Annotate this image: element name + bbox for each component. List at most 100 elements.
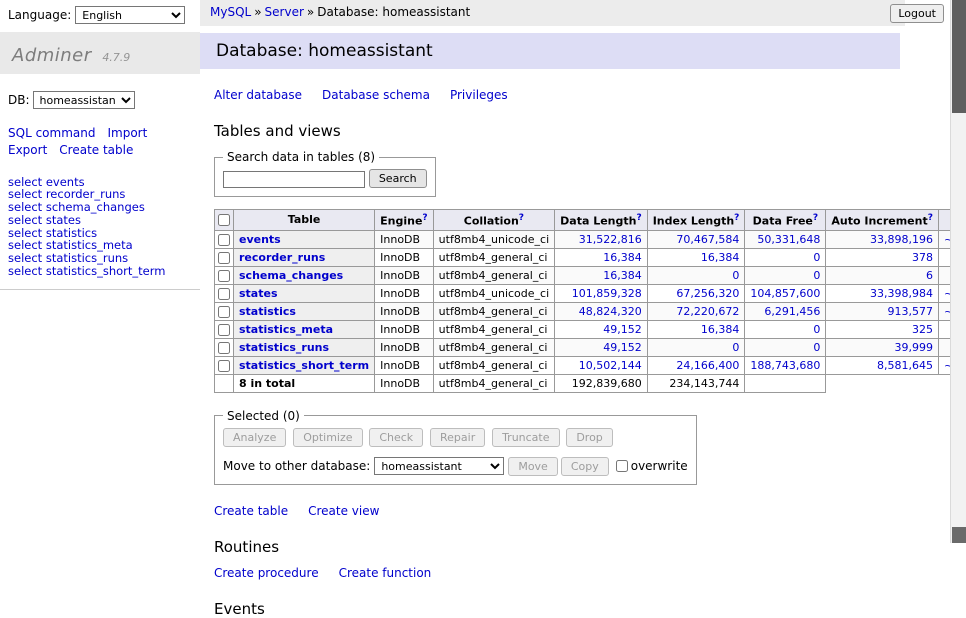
index-length-link[interactable]: 0	[732, 341, 739, 354]
alter-database-link[interactable]: Alter database	[214, 88, 302, 102]
auto-increment-link[interactable]: 33,898,196	[870, 233, 933, 246]
data-length-link[interactable]: 48,824,320	[579, 305, 642, 318]
sidebar-item-select-statistics-short-term[interactable]: select statistics_short_term	[8, 264, 165, 278]
row-checkbox[interactable]	[218, 270, 230, 282]
repair-button[interactable]: Repair	[430, 428, 485, 447]
create-function-link[interactable]: Create function	[339, 566, 432, 580]
data-free-help-link[interactable]: ?	[813, 213, 818, 223]
row-checkbox[interactable]	[218, 306, 230, 318]
table-link-schema-changes[interactable]: schema_changes	[239, 269, 343, 282]
list-item: select statistics_short_term	[8, 265, 192, 278]
data-free-link[interactable]: 6,291,456	[764, 305, 820, 318]
data-free-link[interactable]: 0	[813, 251, 820, 264]
truncate-button[interactable]: Truncate	[492, 428, 559, 447]
cell-engine: InnoDB	[375, 248, 434, 266]
data-free-link[interactable]: 0	[813, 323, 820, 336]
sidebar-link-sql-command[interactable]: SQL command	[8, 126, 95, 140]
auto-increment-link[interactable]: 6	[926, 269, 933, 282]
routines-heading: Routines	[214, 538, 966, 556]
data-free-link[interactable]: 0	[813, 269, 820, 282]
data-length-link[interactable]: 16,384	[603, 251, 642, 264]
db-selector: DB:homeassistant	[0, 74, 200, 111]
create-table-link[interactable]: Create table	[214, 504, 288, 518]
index-length-help-link[interactable]: ?	[734, 213, 739, 223]
database-schema-link[interactable]: Database schema	[322, 88, 430, 102]
row-checkbox[interactable]	[218, 234, 230, 246]
data-length-link[interactable]: 10,502,144	[579, 359, 642, 372]
check-button[interactable]: Check	[369, 428, 423, 447]
move-button[interactable]: Move	[508, 457, 558, 476]
move-db-select[interactable]: homeassistant	[374, 457, 504, 475]
table-row: recorder_runs InnoDB utf8mb4_general_ci …	[215, 248, 966, 266]
table-link-states[interactable]: states	[239, 287, 278, 300]
data-length-link[interactable]: 49,152	[603, 323, 642, 336]
data-free-link[interactable]: 188,743,680	[750, 359, 820, 372]
cell-collation: utf8mb4_general_ci	[433, 266, 554, 284]
auto-increment-help-link[interactable]: ?	[928, 213, 933, 223]
optimize-button[interactable]: Optimize	[293, 428, 362, 447]
auto-increment-link[interactable]: 913,577	[887, 305, 933, 318]
index-length-link[interactable]: 16,384	[701, 251, 740, 264]
collation-help-link[interactable]: ?	[519, 213, 524, 223]
data-length-help-link[interactable]: ?	[636, 213, 641, 223]
cell-collation: utf8mb4_general_ci	[433, 320, 554, 338]
data-length-link[interactable]: 49,152	[603, 341, 642, 354]
data-length-link[interactable]: 101,859,328	[572, 287, 642, 300]
cell-engine: InnoDB	[375, 284, 434, 302]
db-select[interactable]: homeassistant	[33, 91, 135, 109]
logout-button[interactable]: Logout	[890, 4, 944, 23]
auto-increment-link[interactable]: 33,398,984	[870, 287, 933, 300]
vertical-scrollbar[interactable]	[950, 0, 966, 543]
table-link-statistics[interactable]: statistics	[239, 305, 296, 318]
create-procedure-link[interactable]: Create procedure	[214, 566, 319, 580]
breadcrumb-link-server[interactable]: Server	[265, 5, 304, 19]
data-length-link[interactable]: 31,522,816	[579, 233, 642, 246]
sidebar-link-create-table[interactable]: Create table	[59, 143, 133, 157]
breadcrumb-link-mysql[interactable]: MySQL	[210, 5, 251, 19]
column-header-index-length: Index Length?	[647, 210, 745, 231]
copy-button[interactable]: Copy	[561, 457, 609, 476]
create-view-link[interactable]: Create view	[308, 504, 379, 518]
table-link-recorder-runs[interactable]: recorder_runs	[239, 251, 325, 264]
auto-increment-link[interactable]: 325	[912, 323, 933, 336]
index-length-link[interactable]: 72,220,672	[676, 305, 739, 318]
sidebar-table-list: select events select recorder_runs selec…	[0, 174, 200, 291]
row-checkbox[interactable]	[218, 324, 230, 336]
table-link-statistics-meta[interactable]: statistics_meta	[239, 323, 333, 336]
table-link-events[interactable]: events	[239, 233, 281, 246]
index-length-link[interactable]: 24,166,400	[676, 359, 739, 372]
auto-increment-link[interactable]: 8,581,645	[877, 359, 933, 372]
overwrite-checkbox[interactable]	[616, 460, 628, 472]
language-label: Language:	[8, 8, 71, 22]
data-free-link[interactable]: 0	[813, 341, 820, 354]
breadcrumb-separator: »	[307, 5, 314, 19]
drop-button[interactable]: Drop	[566, 428, 612, 447]
search-button[interactable]: Search	[369, 169, 427, 188]
scrollbar-thumb[interactable]	[952, 0, 966, 113]
overwrite-option[interactable]: overwrite	[616, 459, 688, 473]
data-length-link[interactable]: 16,384	[603, 269, 642, 282]
auto-increment-link[interactable]: 39,999	[894, 341, 933, 354]
data-free-link[interactable]: 104,857,600	[750, 287, 820, 300]
index-length-link[interactable]: 0	[732, 269, 739, 282]
sidebar-link-export[interactable]: Export	[8, 143, 47, 157]
language-select[interactable]: English	[75, 6, 185, 24]
row-checkbox[interactable]	[218, 288, 230, 300]
table-link-statistics-short-term[interactable]: statistics_short_term	[239, 359, 369, 372]
data-free-link[interactable]: 50,331,648	[757, 233, 820, 246]
select-all-checkbox[interactable]	[218, 214, 230, 226]
analyze-button[interactable]: Analyze	[223, 428, 286, 447]
search-input[interactable]	[223, 171, 365, 188]
engine-help-link[interactable]: ?	[422, 213, 427, 223]
row-checkbox[interactable]	[218, 252, 230, 264]
privileges-link[interactable]: Privileges	[450, 88, 508, 102]
sidebar-link-import[interactable]: Import	[107, 126, 147, 140]
table-link-statistics-runs[interactable]: statistics_runs	[239, 341, 329, 354]
index-length-link[interactable]: 67,256,320	[676, 287, 739, 300]
auto-increment-link[interactable]: 378	[912, 251, 933, 264]
cell-collation: utf8mb4_general_ci	[433, 338, 554, 356]
index-length-link[interactable]: 70,467,584	[676, 233, 739, 246]
row-checkbox[interactable]	[218, 342, 230, 354]
index-length-link[interactable]: 16,384	[701, 323, 740, 336]
row-checkbox[interactable]	[218, 360, 230, 372]
